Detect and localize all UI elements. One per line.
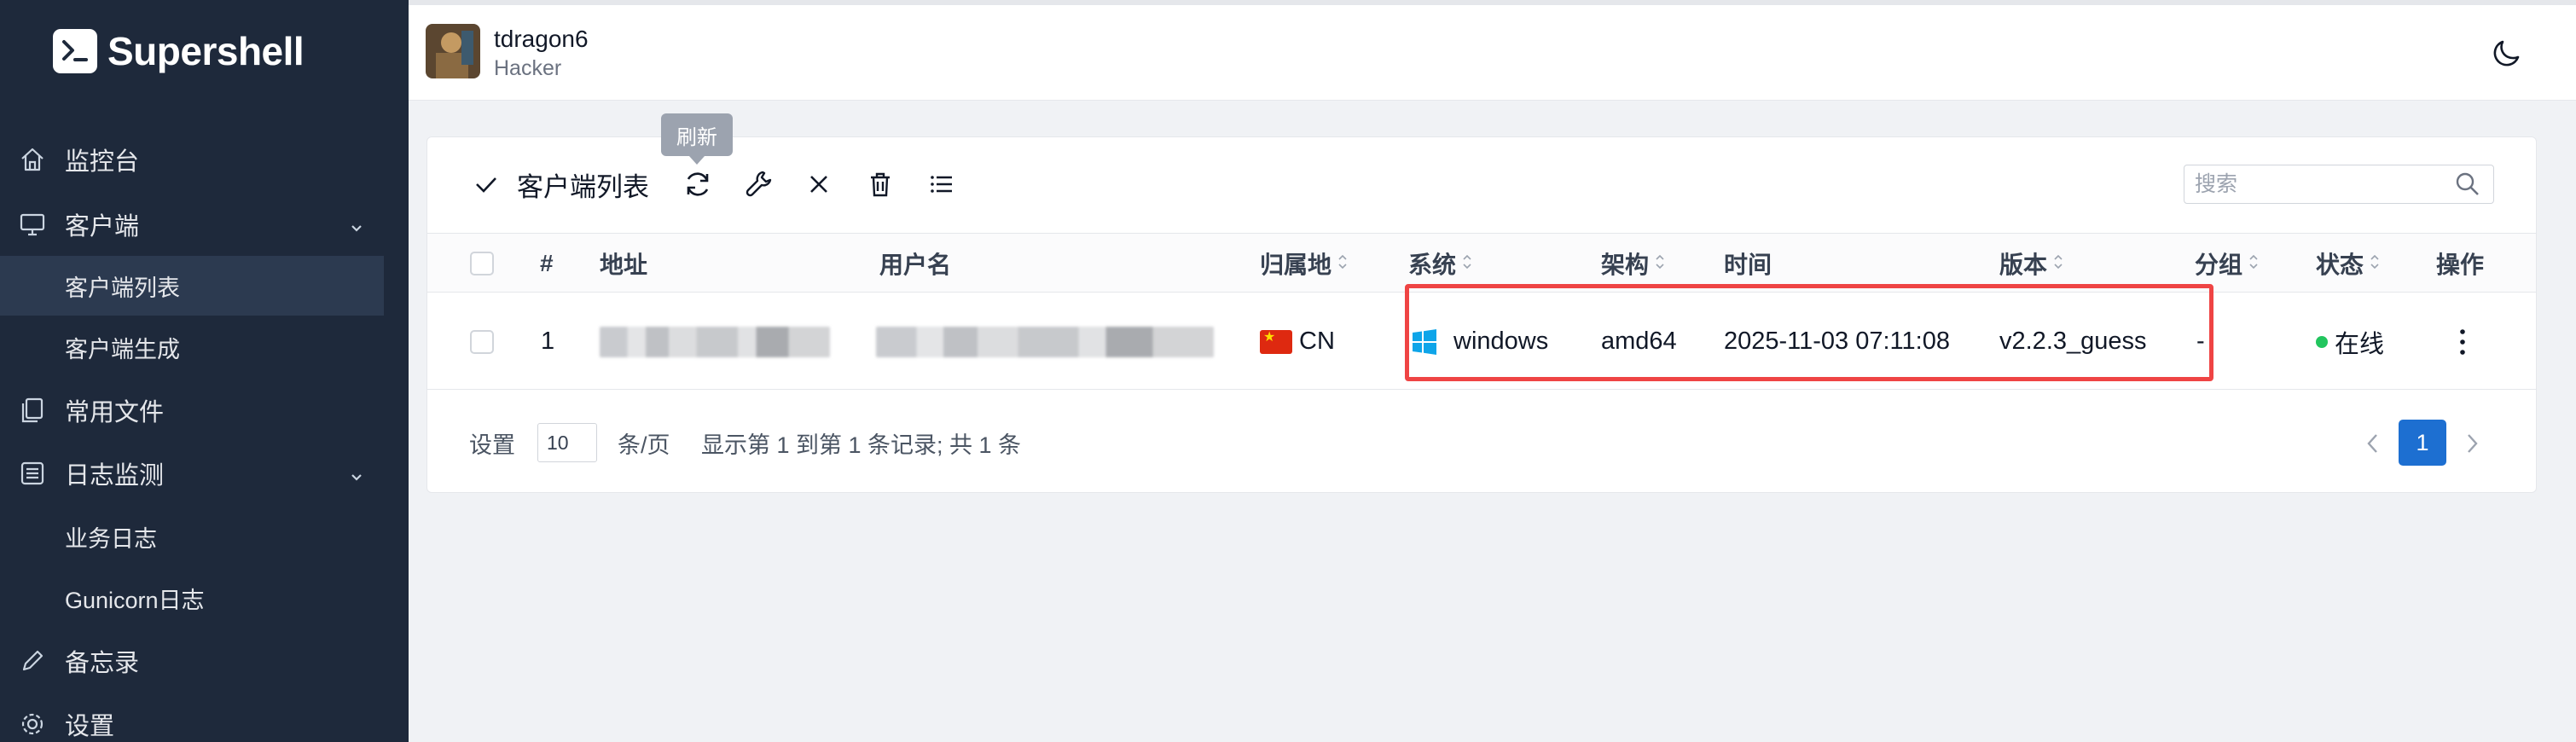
moon-icon[interactable] — [2490, 36, 2526, 72]
col-arch: 架构 — [1601, 252, 1650, 278]
sidebar-item-label: Gunicorn日志 — [65, 587, 205, 613]
sidebar-item-label: 设置 — [65, 713, 115, 740]
toolbar-title: 客户端列表 — [517, 171, 649, 202]
trash-icon[interactable] — [863, 165, 897, 203]
user-role: Hacker — [494, 56, 562, 80]
per-page-label: 条/页 — [618, 432, 670, 458]
check-icon[interactable] — [471, 165, 502, 203]
list-icon — [17, 458, 48, 489]
sidebar-item-label: 常用文件 — [65, 399, 165, 426]
col-group: 分组 — [2195, 252, 2243, 278]
sort-icon — [2248, 250, 2260, 277]
col-location: 归属地 — [1260, 252, 1332, 278]
row-status-text: 在线 — [2335, 330, 2385, 358]
sort-icon — [2052, 250, 2064, 277]
sidebar-item-label: 业务日志 — [65, 525, 157, 552]
col-system: 系统 — [1408, 252, 1457, 278]
sidebar-item-label: 日志监测 — [65, 462, 165, 490]
select-all-checkbox[interactable] — [470, 234, 494, 293]
search-input[interactable] — [2184, 165, 2423, 203]
sort-icon — [1461, 250, 1473, 277]
row-status: 在线 — [2316, 293, 2384, 390]
cn-flag-icon — [1260, 328, 1292, 354]
page-size-input[interactable]: 10 — [537, 423, 597, 462]
user-name: tdragon6 — [494, 26, 589, 52]
search-box — [2184, 165, 2494, 204]
sort-icon — [2369, 250, 2381, 277]
gear-icon — [17, 709, 48, 739]
column-list-icon[interactable] — [925, 165, 959, 203]
brand[interactable]: Supershell — [53, 26, 305, 77]
page-size-label: 设置 — [469, 432, 515, 458]
sidebar-item-label: 备忘录 — [65, 650, 140, 677]
records-summary: 显示第 1 到第 1 条记录; 共 1 条 — [701, 432, 1022, 458]
close-icon[interactable] — [802, 165, 836, 203]
row-location-text: CN — [1299, 328, 1335, 355]
terminal-logo-icon — [53, 29, 97, 73]
home-icon — [17, 144, 48, 175]
sidebar-item-client-generate[interactable]: 客户端生成 — [0, 317, 384, 377]
next-page-icon[interactable] — [2462, 431, 2482, 461]
row-location: CN — [1260, 293, 1335, 390]
avatar[interactable] — [426, 24, 480, 78]
chevron-down-icon — [348, 464, 365, 492]
highlight-box — [1405, 284, 2213, 381]
sidebar-item-label: 客户端 — [65, 213, 140, 241]
col-status: 状态 — [2316, 252, 2364, 278]
app-name: Supershell — [107, 29, 305, 73]
sidebar-item-clients[interactable]: 客户端 — [0, 194, 384, 254]
prev-page-icon[interactable] — [2363, 431, 2383, 461]
sidebar-item-client-list[interactable]: 客户端列表 — [0, 256, 384, 316]
row-index: 1 — [541, 328, 555, 355]
sidebar-item-label: 客户端列表 — [65, 275, 180, 301]
page-1-button[interactable]: 1 — [2399, 420, 2446, 466]
top-header: tdragon6 Hacker — [409, 0, 2576, 101]
sidebar-item-settings[interactable]: 设置 — [0, 694, 384, 742]
col-location-header[interactable]: 归属地 — [1260, 234, 1349, 293]
wrench-icon[interactable] — [740, 165, 778, 203]
col-address: 地址 — [600, 252, 648, 278]
refresh-tooltip: 刷新 — [661, 113, 733, 165]
sidebar-item-business-log[interactable]: 业务日志 — [0, 507, 384, 566]
pencil-icon — [17, 646, 48, 676]
col-index: # — [540, 250, 554, 276]
sidebar-item-memo[interactable]: 备忘录 — [0, 631, 384, 691]
sidebar-item-gunicorn-log[interactable]: Gunicorn日志 — [0, 568, 384, 628]
chevron-down-icon — [348, 215, 365, 243]
col-version: 版本 — [1999, 252, 2048, 278]
row-checkbox[interactable] — [470, 293, 494, 390]
more-vertical-icon[interactable] — [2457, 293, 2468, 390]
sort-icon — [1654, 250, 1666, 277]
files-icon — [17, 395, 48, 426]
online-dot-icon — [2316, 335, 2328, 348]
sidebar-item-label: 监控台 — [65, 148, 140, 176]
sidebar-item-files[interactable]: 常用文件 — [0, 380, 384, 440]
row-address-redacted — [600, 293, 830, 390]
sidebar: Supershell 监控台 客户端 客户端列表 客户端生成 常用文件 日志监测 — [0, 0, 409, 742]
col-status-header[interactable]: 状态 — [2316, 234, 2381, 293]
refresh-icon[interactable] — [679, 165, 717, 203]
search-icon[interactable] — [2454, 171, 2481, 202]
monitor-icon — [17, 209, 48, 240]
sidebar-item-label: 客户端生成 — [65, 336, 180, 362]
sort-icon — [1337, 250, 1349, 277]
sidebar-item-dashboard[interactable]: 监控台 — [0, 130, 384, 189]
col-username: 用户名 — [879, 252, 952, 278]
col-actions: 操作 — [2436, 252, 2485, 278]
row-username-redacted — [876, 293, 1214, 390]
sidebar-item-logs[interactable]: 日志监测 — [0, 443, 384, 503]
